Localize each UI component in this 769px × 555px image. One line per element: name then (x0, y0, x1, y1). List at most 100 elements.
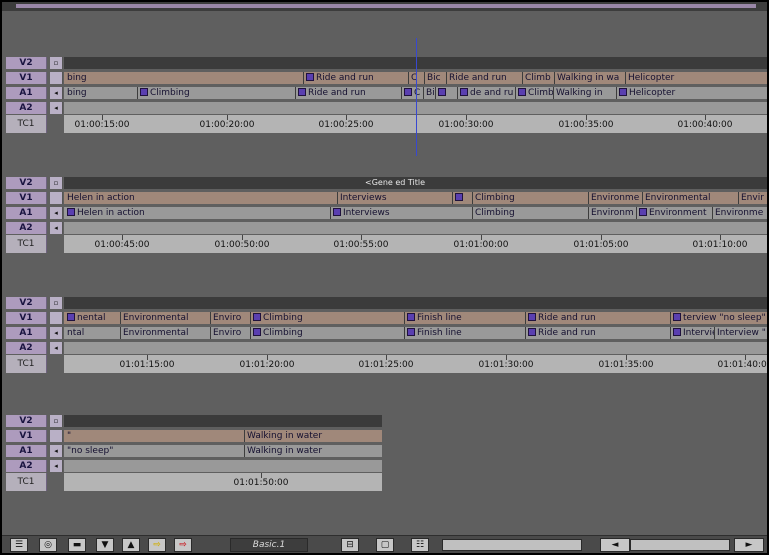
bin-name-label[interactable]: Basic.1 (230, 538, 308, 552)
track-control[interactable] (50, 72, 63, 84)
track-label-a1[interactable]: A1 (6, 445, 47, 457)
clip[interactable]: Ride and run (303, 72, 408, 84)
timecode-ruler[interactable]: 01:00:45:00 01:00:50:00 01:00:55:00 01:0… (64, 235, 767, 253)
clip[interactable]: C (401, 87, 423, 99)
clip[interactable]: bing (65, 87, 137, 99)
clip[interactable]: "no sleep" (65, 445, 244, 457)
track-label-v2[interactable]: V2 (6, 297, 47, 309)
clip[interactable]: Climb (522, 72, 554, 84)
clip[interactable]: Bi (423, 87, 435, 99)
clip[interactable]: Helicopter (616, 87, 767, 99)
clip[interactable]: Enviro (210, 312, 250, 324)
clip[interactable]: Envir (738, 192, 767, 204)
track-label-v1[interactable]: V1 (6, 192, 47, 204)
timecode-ruler[interactable]: 01:01:50:00 (64, 473, 382, 491)
clip[interactable]: Walking in wa (554, 72, 625, 84)
audio-icon[interactable]: ◎ (39, 538, 57, 552)
red-extract-icon[interactable]: ⇨ (174, 538, 192, 552)
track-control[interactable] (50, 430, 63, 442)
track-control[interactable] (50, 312, 63, 324)
clip[interactable] (452, 192, 472, 204)
clip[interactable]: Interview " (714, 327, 767, 339)
playhead-position-indicator[interactable] (416, 38, 417, 156)
clip[interactable]: Environmental (642, 192, 738, 204)
track-monitor-toggle[interactable]: ▫ (50, 297, 63, 309)
track-label-v1[interactable]: V1 (6, 430, 47, 442)
settings-icon[interactable]: ☷ (411, 538, 429, 552)
track-label-v2[interactable]: V2 (6, 177, 47, 189)
clip[interactable]: de and ru (457, 87, 515, 99)
clip[interactable]: Helen in action (65, 192, 337, 204)
clip[interactable]: bing (65, 72, 303, 84)
clip[interactable]: " (65, 430, 244, 442)
clip[interactable]: Climbing (250, 312, 404, 324)
clip[interactable]: Interviews (330, 207, 472, 219)
speaker-icon[interactable]: ◂ (50, 327, 63, 339)
clip[interactable]: Helicopter (625, 72, 767, 84)
clip[interactable]: nental (65, 312, 120, 324)
clip[interactable]: Finish line (404, 327, 525, 339)
clip[interactable]: Climbing (472, 192, 588, 204)
track-label-v1[interactable]: V1 (6, 72, 47, 84)
track-label-a1[interactable]: A1 (6, 327, 47, 339)
clip[interactable]: Ride and run (295, 87, 401, 99)
speaker-icon[interactable]: ◂ (50, 445, 63, 457)
track-label-v2[interactable]: V2 (6, 415, 47, 427)
window-title-bar[interactable] (2, 2, 767, 11)
scroll-left-icon[interactable]: ◄ (600, 538, 630, 552)
track-label-a2[interactable]: A2 (6, 342, 47, 354)
track-monitor-toggle[interactable]: ▫ (50, 57, 63, 69)
speaker-icon[interactable]: ◂ (50, 222, 63, 234)
track-control[interactable] (50, 192, 63, 204)
clip[interactable]: Enviro (210, 327, 250, 339)
scroll-right-icon[interactable]: ► (734, 538, 764, 552)
track-label-a1[interactable]: A1 (6, 87, 47, 99)
yellow-lift-icon[interactable]: ⇨ (148, 538, 166, 552)
speaker-icon[interactable]: ◂ (50, 87, 63, 99)
clip[interactable]: Walking in water (244, 445, 382, 457)
clip[interactable]: Helen in action (65, 207, 330, 219)
clip[interactable]: Environment (636, 207, 712, 219)
monitor-icon[interactable]: ▬ (68, 538, 86, 552)
track-label-a1[interactable]: A1 (6, 207, 47, 219)
track-monitor-toggle[interactable]: ▫ (50, 415, 63, 427)
track-label-v2[interactable]: V2 (6, 57, 47, 69)
track-label-a2[interactable]: A2 (6, 222, 47, 234)
track-label-a2[interactable]: A2 (6, 102, 47, 114)
clip[interactable]: ntal (65, 327, 120, 339)
speaker-icon[interactable]: ◂ (50, 460, 63, 472)
clip[interactable]: Bic (424, 72, 446, 84)
down-arrow-icon[interactable]: ▼ (96, 538, 114, 552)
clip[interactable]: Environme (712, 207, 767, 219)
timeline-scrollbar[interactable] (630, 539, 730, 551)
generated-title-clip[interactable]: <Gene ed Title (365, 177, 425, 189)
clip[interactable]: Intervie (670, 327, 714, 339)
source-icon[interactable]: ▢ (376, 538, 394, 552)
clip[interactable]: Climb (515, 87, 553, 99)
track-label-a2[interactable]: A2 (6, 460, 47, 472)
clip[interactable]: Walking in water (244, 430, 382, 442)
clip[interactable]: Environmental (120, 327, 210, 339)
up-arrow-icon[interactable]: ▲ (122, 538, 140, 552)
segment-icon[interactable]: ⊟ (341, 538, 359, 552)
timeline-scale-slider[interactable] (442, 539, 582, 551)
clip[interactable]: Ride and run (446, 72, 522, 84)
clip[interactable]: Finish line (404, 312, 525, 324)
clip[interactable]: Environme (588, 192, 642, 204)
clip[interactable]: Environm (588, 207, 636, 219)
clip[interactable]: Environmental (120, 312, 210, 324)
clip[interactable]: Ride and run (525, 312, 670, 324)
speaker-icon[interactable]: ◂ (50, 207, 63, 219)
clip[interactable]: Walking in (553, 87, 616, 99)
clip[interactable]: Interviews (337, 192, 452, 204)
clip[interactable]: Climbing (472, 207, 588, 219)
clip[interactable] (435, 87, 457, 99)
speaker-icon[interactable]: ◂ (50, 342, 63, 354)
timecode-ruler[interactable]: 01:01:15:00 01:01:20:00 01:01:25:00 01:0… (64, 355, 767, 373)
clip[interactable]: Climbing (250, 327, 404, 339)
timeline-icon[interactable]: ☰ (10, 538, 28, 552)
speaker-icon[interactable]: ◂ (50, 102, 63, 114)
clip[interactable]: Climbing (137, 87, 295, 99)
track-monitor-toggle[interactable]: ▫ (50, 177, 63, 189)
clip[interactable]: terview "no sleep" (670, 312, 767, 324)
